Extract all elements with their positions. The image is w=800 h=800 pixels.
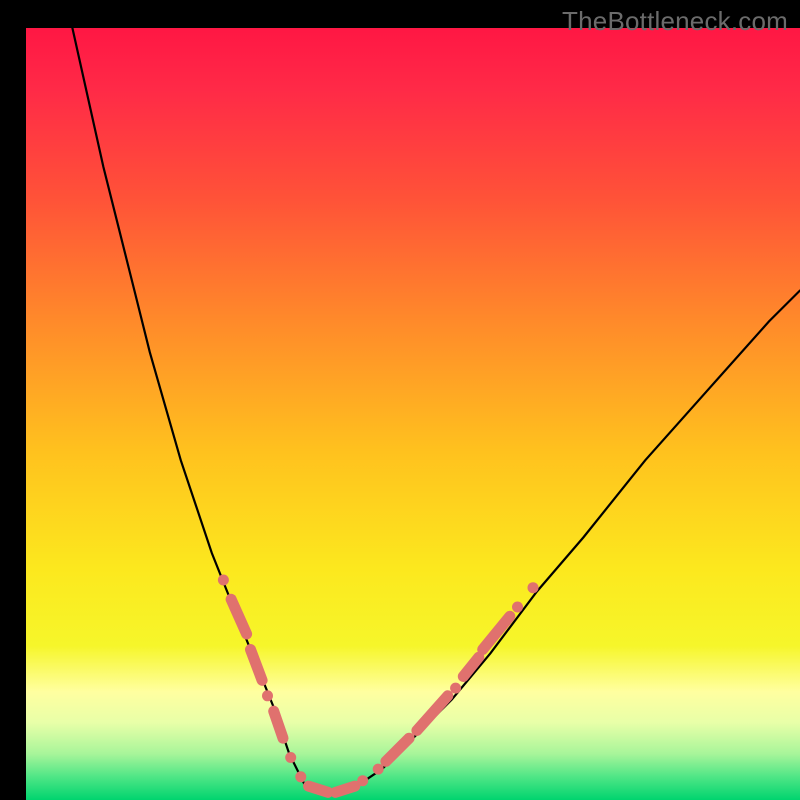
chart-container: TheBottleneck.com bbox=[0, 0, 800, 800]
plot-background bbox=[26, 28, 800, 800]
bottleneck-curve-chart bbox=[26, 28, 800, 800]
watermark-text: TheBottleneck.com bbox=[562, 6, 788, 37]
